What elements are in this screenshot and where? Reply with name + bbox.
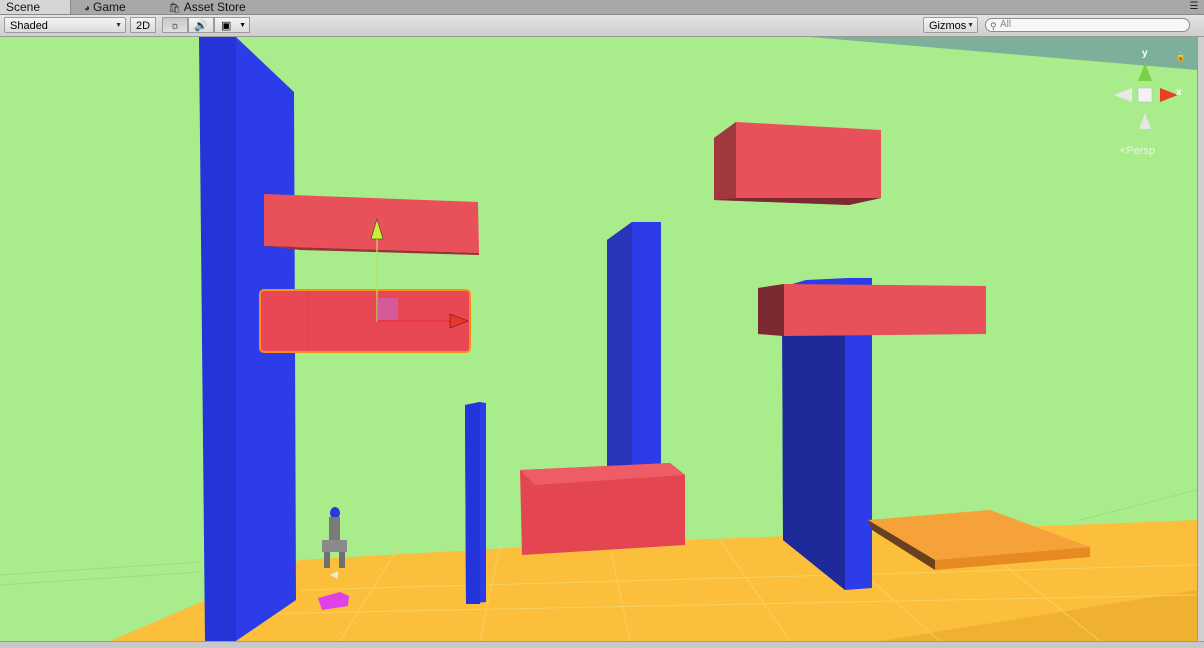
scene-viewport[interactable]: y x <Persp 🔒 [0,37,1197,641]
orientation-gizmo[interactable]: y x <Persp [1108,45,1188,165]
image-icon: ▣ [221,20,232,32]
mode-2d-button[interactable]: 2D [130,17,156,33]
lighting-toggle[interactable]: ☼ [162,17,188,33]
search-placeholder: All [1000,19,1012,30]
blue-pillar-middle-side [607,222,632,470]
tab-asset-store[interactable]: 🛍 Asset Store [162,0,268,14]
bottom-edge [0,641,1204,648]
tab-scene-label: Scene [6,0,41,14]
effects-dropdown[interactable]: ▣ ▼ [214,17,250,33]
chevron-down-icon: ▼ [239,22,246,29]
menu-icon[interactable]: ☰ [1188,1,1200,13]
red-block-top-right [714,122,881,205]
scene-toolbar: Shaded ▼ 2D ☼ 🔊 ▣ ▼ Gizmos ▼ ⚲ All [0,15,1204,37]
tab-asset-store-label: Asset Store [183,0,246,14]
blue-wall-left-front [199,37,236,641]
gizmos-dropdown[interactable]: Gizmos ▼ [923,17,978,33]
search-icon: ⚲ [990,21,997,31]
tab-game[interactable]: ◕ Game [78,0,164,14]
red-block-top-left [264,194,479,253]
lock-icon[interactable]: 🔒 [1175,51,1186,62]
scene-render [0,37,1197,641]
chevron-down-icon: ▼ [967,22,974,29]
tab-scene[interactable]: Scene [0,0,71,14]
projection-label-text: Persp [1126,145,1156,157]
gizmo-plane-handle[interactable] [377,298,398,320]
pacman-icon: ◕ [84,3,91,14]
audio-toggle[interactable]: 🔊 [188,17,214,33]
speaker-icon: 🔊 [194,20,208,32]
bag-icon: 🛍 [168,3,181,14]
search-input[interactable]: ⚲ All [985,18,1190,32]
right-scroll-edge [1197,37,1204,641]
red-bar-right [758,284,986,336]
red-bar-right-side [758,284,784,336]
gizmo-y-label: y [1142,48,1148,59]
tab-game-label: Game [93,0,126,14]
mode-2d-label: 2D [135,20,151,32]
tab-bar: Scene ◕ Game 🛍 Asset Store ☰ [0,0,1204,15]
sun-icon: ☼ [169,20,181,32]
draw-mode-dropdown[interactable]: Shaded ▼ [4,17,126,33]
gizmo-x-label: x [1176,87,1182,98]
blue-pillar-thin-front [465,402,480,604]
draw-mode-value: Shaded [10,20,48,32]
projection-label[interactable]: <Persp [1120,145,1155,157]
chevron-down-icon: ▼ [115,22,122,29]
gizmos-label: Gizmos [929,20,967,32]
